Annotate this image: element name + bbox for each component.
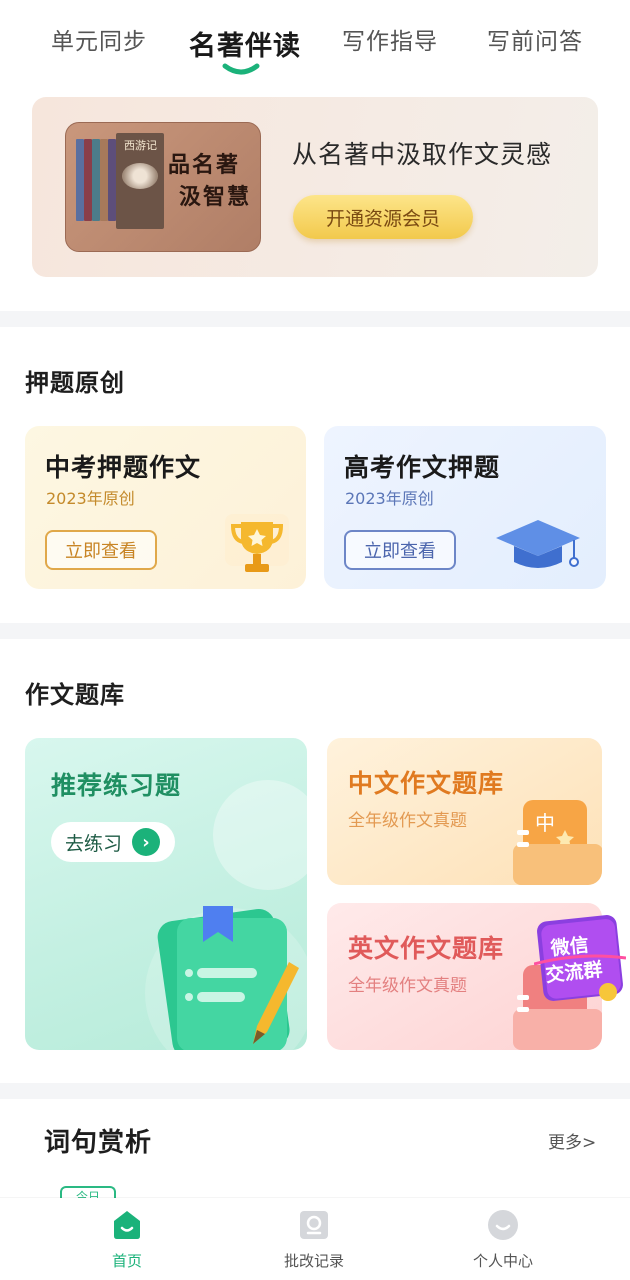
book-cover: 西游记 xyxy=(116,133,164,229)
wechat-badge-line1: 微信 xyxy=(549,933,590,960)
nav-correction-records[interactable]: 批改记录 xyxy=(259,1208,369,1271)
card-subtitle: 全年级作文真题 xyxy=(348,976,467,996)
chinese-essay-bank-card[interactable]: 中文作文题库 全年级作文真题 中 xyxy=(327,738,602,885)
nav-profile-label: 个人中心 xyxy=(472,1252,533,1270)
chinese-folder-icon: 中 xyxy=(513,800,602,885)
banner-image-slogan-2: 汲智慧 xyxy=(179,184,252,210)
top-tab-bar: 单元同步 名著伴读 写作指导 写前问答 xyxy=(0,0,630,90)
bottom-nav-bar: 首页 批改记录 个人中心 xyxy=(0,1198,630,1280)
tab-writing-guide[interactable]: 写作指导 xyxy=(342,22,438,56)
view-now-button[interactable]: 立即查看 xyxy=(344,530,456,570)
gaokao-predict-card[interactable]: 高考作文押题 2023年原创 立即查看 xyxy=(324,426,606,589)
banner-image-slogan-1: 品名著 xyxy=(168,152,241,178)
home-icon xyxy=(114,1211,140,1239)
wechat-group-badge[interactable]: 微信 交流群 xyxy=(534,912,626,1004)
recommended-practice-card[interactable]: 推荐练习题 去练习 › xyxy=(25,738,307,1050)
banner-title: 从名著中汲取作文灵感 xyxy=(292,140,553,169)
zhongkao-predict-card[interactable]: 中考押题作文 2023年原创 立即查看 xyxy=(25,426,306,589)
membership-banner[interactable]: 西游记 品名著 汲智慧 从名著中汲取作文灵感 开通资源会员 xyxy=(32,97,598,277)
card-subtitle: 2023年原创 xyxy=(345,489,434,508)
notebook-pencil-icon xyxy=(157,906,299,1050)
active-tab-indicator xyxy=(222,63,260,75)
section-divider xyxy=(0,311,630,327)
card-title: 中考押题作文 xyxy=(45,453,202,482)
tab-unit-sync[interactable]: 单元同步 xyxy=(51,22,147,56)
more-link[interactable]: 更多> xyxy=(548,1128,596,1153)
nav-profile[interactable]: 个人中心 xyxy=(448,1208,558,1271)
nav-home[interactable]: 首页 xyxy=(72,1208,182,1271)
trophy-icon xyxy=(225,514,289,572)
card-title: 英文作文题库 xyxy=(348,934,505,963)
tab-pre-writing-qa[interactable]: 写前问答 xyxy=(487,22,583,56)
essay-bank-section-title: 作文题库 xyxy=(25,681,125,709)
card-title: 推荐练习题 xyxy=(51,771,182,800)
book-title: 西游记 xyxy=(124,139,157,152)
predict-section-title: 押题原创 xyxy=(25,369,125,397)
card-title: 高考作文押题 xyxy=(344,453,501,482)
record-icon xyxy=(300,1211,328,1239)
arrow-right-icon: › xyxy=(132,828,161,856)
phrase-section-title: 词句赏析 xyxy=(44,1128,153,1158)
classics-books-image: 西游记 品名著 汲智慧 xyxy=(65,122,261,252)
card-title: 中文作文题库 xyxy=(348,769,505,798)
nav-records-label: 批改记录 xyxy=(283,1252,344,1270)
folder-badge-text: 中 xyxy=(535,811,555,835)
graduation-cap-icon xyxy=(496,520,580,568)
card-subtitle: 全年级作文真题 xyxy=(348,811,467,831)
go-practice-button[interactable]: 去练习 › xyxy=(51,822,175,862)
view-now-button[interactable]: 立即查看 xyxy=(45,530,157,570)
nav-home-label: 首页 xyxy=(111,1252,142,1270)
section-divider xyxy=(0,623,630,639)
section-divider xyxy=(0,1083,630,1099)
profile-icon xyxy=(488,1210,518,1240)
go-practice-label: 去练习 xyxy=(65,832,123,855)
card-subtitle: 2023年原创 xyxy=(46,489,135,508)
tab-classics-reading[interactable]: 名著伴读 xyxy=(189,24,301,63)
open-membership-button[interactable]: 开通资源会员 xyxy=(293,195,473,239)
